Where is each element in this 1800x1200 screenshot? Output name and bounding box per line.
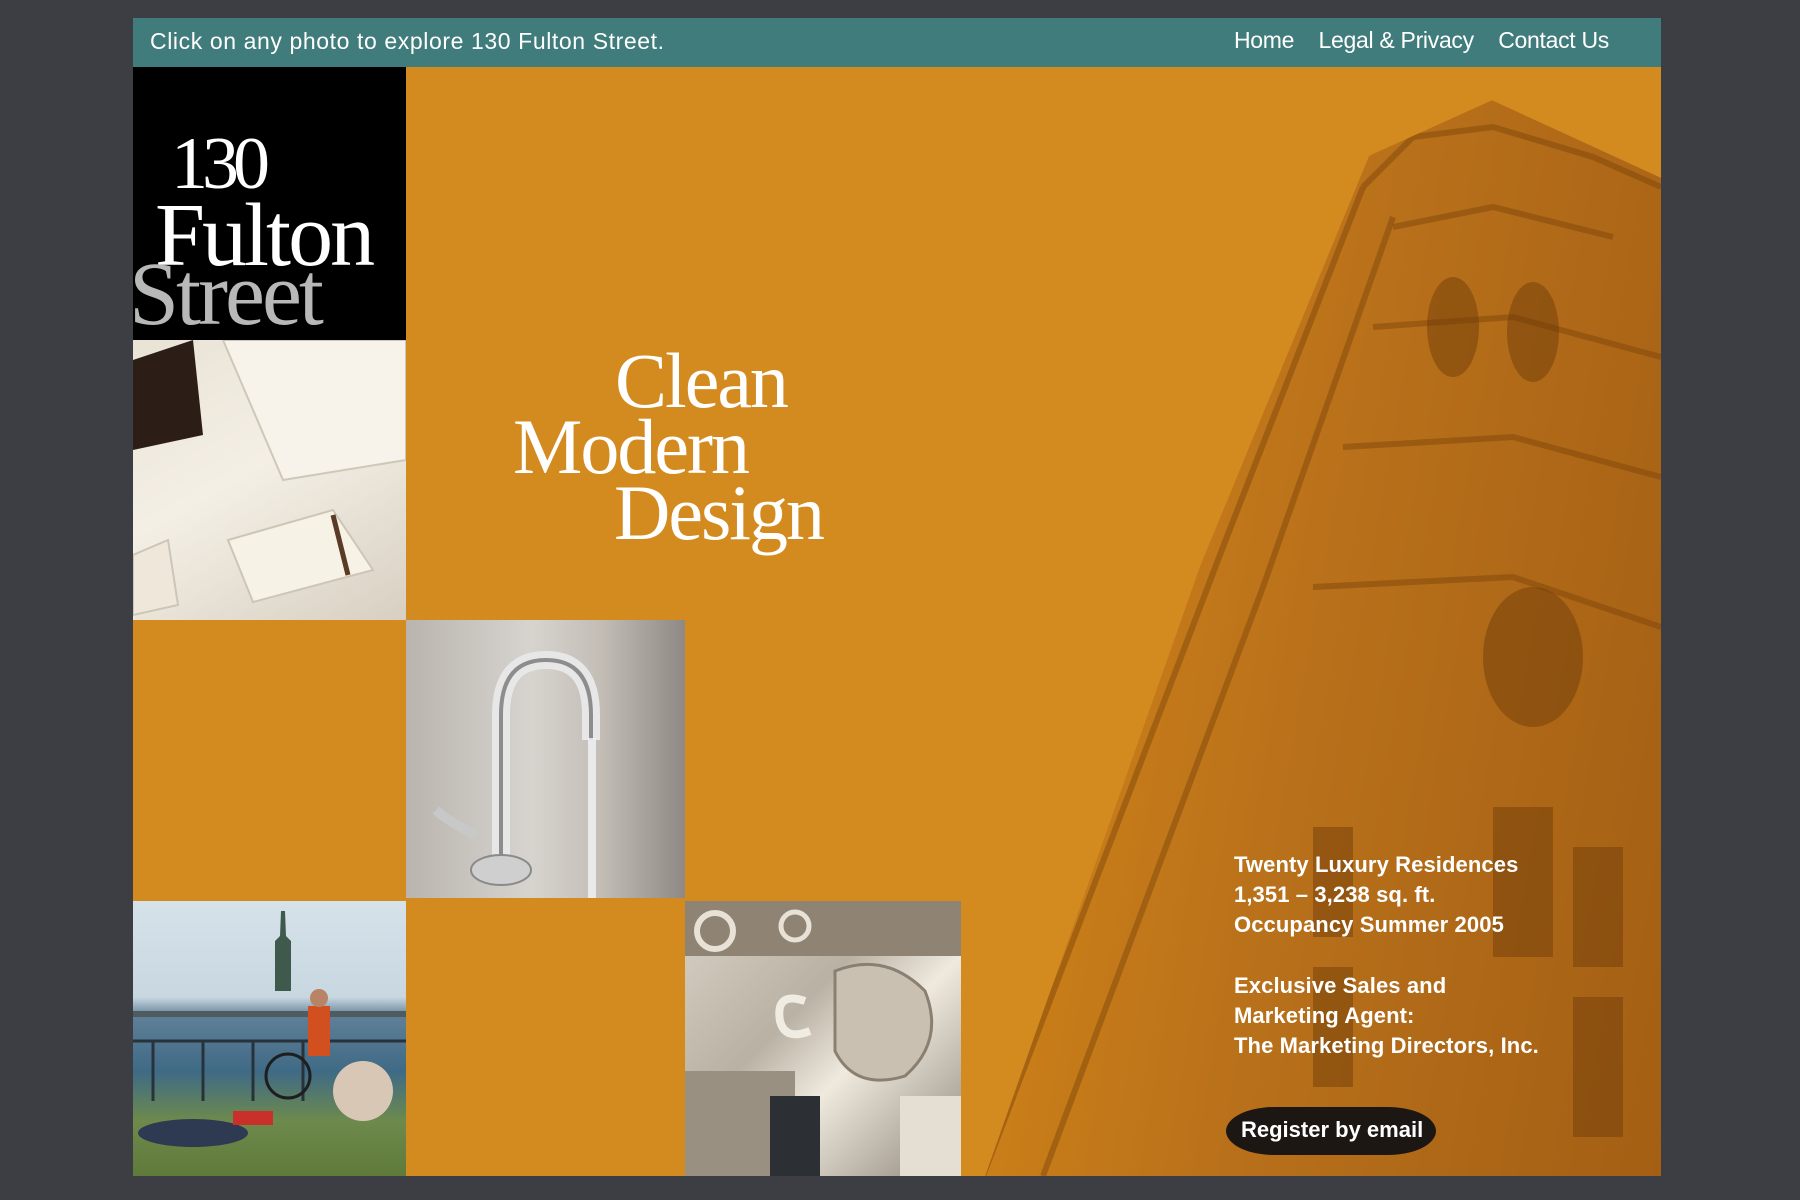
site-frame: Click on any photo to explore 130 Fulton… — [133, 18, 1661, 1176]
nav-contact-us-link[interactable]: Contact Us — [1498, 27, 1609, 53]
top-nav: Home Legal & Privacy Contact Us — [1216, 18, 1609, 67]
register-by-email-button[interactable]: Register by email — [1226, 1107, 1436, 1155]
furniture-photo[interactable] — [133, 340, 406, 620]
info-line: Marketing Agent: — [1234, 1003, 1415, 1028]
info-line: The Marketing Directors, Inc. — [1234, 1033, 1539, 1058]
property-info: Twenty Luxury Residences 1,351 – 3,238 s… — [1234, 850, 1539, 1092]
top-bar: Click on any photo to explore 130 Fulton… — [133, 18, 1661, 67]
ornament-detail-photo[interactable] — [685, 901, 961, 1176]
furniture-graphic — [133, 340, 406, 617]
park-graphic — [133, 911, 406, 1147]
ornament-graphic — [685, 901, 961, 1176]
waterfront-park-photo[interactable] — [133, 901, 406, 1176]
info-line: Twenty Luxury Residences — [1234, 852, 1519, 877]
info-line: Exclusive Sales and — [1234, 973, 1447, 998]
sales-agent-details: Exclusive Sales and Marketing Agent: The… — [1234, 971, 1539, 1061]
instruction-text: Click on any photo to explore 130 Fulton… — [150, 28, 665, 54]
residence-details: Twenty Luxury Residences 1,351 – 3,238 s… — [1234, 850, 1539, 940]
info-line: 1,351 – 3,238 sq. ft. — [1234, 882, 1436, 907]
logo-tile[interactable]: 130 Fulton Street — [133, 67, 406, 340]
info-line: Occupancy Summer 2005 — [1234, 912, 1504, 937]
nav-home-link[interactable]: Home — [1234, 27, 1294, 53]
nav-legal-privacy-link[interactable]: Legal & Privacy — [1319, 27, 1475, 53]
faucet-graphic — [432, 650, 600, 898]
faucet-photo[interactable] — [406, 620, 685, 898]
headline: Clean Modern Design — [513, 342, 933, 552]
logo-word-street: Street — [133, 245, 324, 340]
